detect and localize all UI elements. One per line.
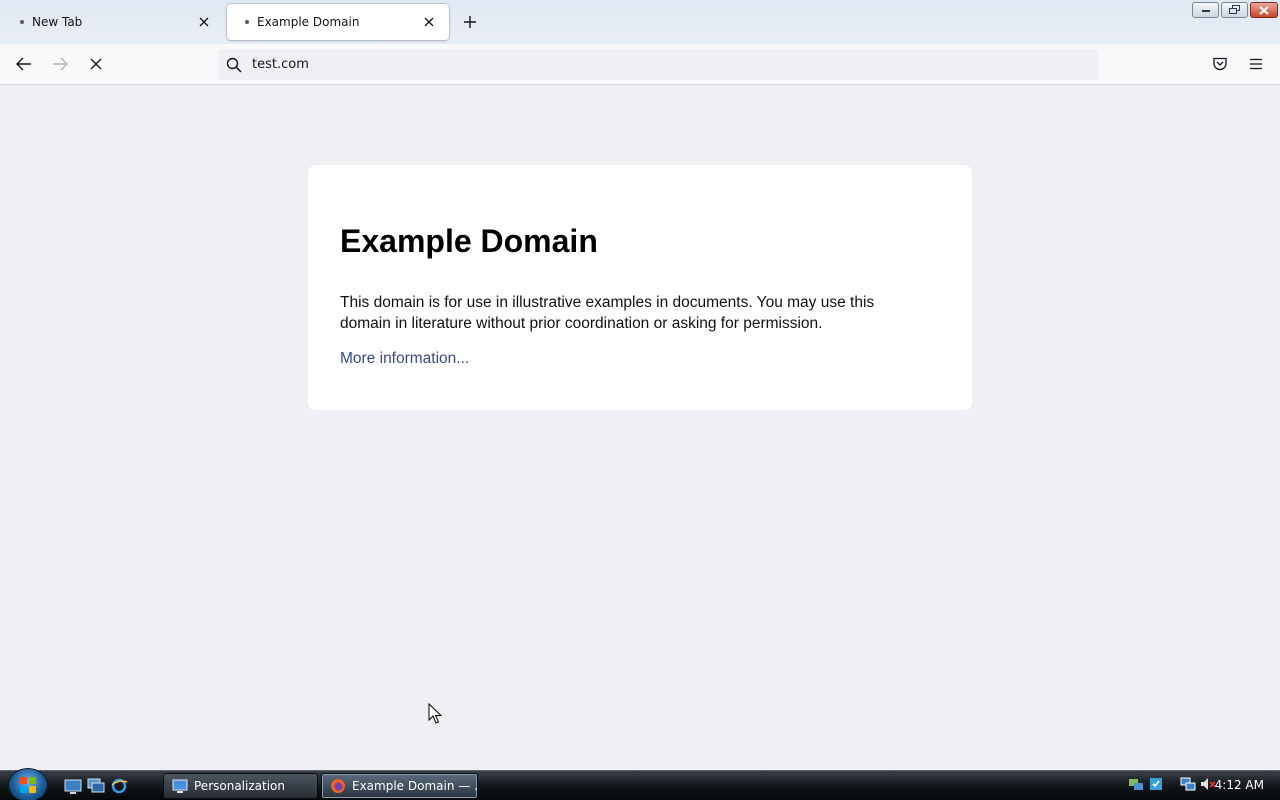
taskbar-button-label: Example Domain — ... <box>352 779 478 793</box>
taskbar-clock[interactable]: 4:12 AM <box>1215 778 1264 792</box>
forward-arrow-icon <box>53 57 68 71</box>
back-arrow-icon <box>16 57 31 71</box>
taskbar: Personalization Example Domain — ... 4:1… <box>0 768 1280 800</box>
show-desktop-icon[interactable] <box>64 777 82 795</box>
new-tab-button[interactable] <box>458 10 482 34</box>
mouse-cursor-icon <box>428 703 442 724</box>
window-controls <box>1192 2 1278 18</box>
minimize-button[interactable] <box>1192 2 1219 18</box>
system-tray <box>1128 776 1216 792</box>
back-button[interactable] <box>10 52 38 76</box>
hamburger-menu-icon <box>1250 58 1262 70</box>
volume-muted-icon[interactable] <box>1200 776 1216 792</box>
personalization-icon <box>172 779 188 793</box>
stop-button[interactable] <box>82 52 110 76</box>
pocket-button[interactable] <box>1206 52 1234 76</box>
tab-label: New Tab <box>32 15 83 29</box>
windows-update-icon[interactable] <box>1148 776 1164 792</box>
navigation-bar: test.com <box>0 44 1280 85</box>
search-icon <box>226 57 242 73</box>
tab-example-domain[interactable]: Example Domain <box>227 4 449 40</box>
network-icon[interactable] <box>1180 776 1196 792</box>
switch-windows-icon[interactable] <box>87 777 105 795</box>
more-information-link[interactable]: More information... <box>340 350 469 368</box>
forward-button[interactable] <box>46 52 74 76</box>
menu-button[interactable] <box>1242 52 1270 76</box>
internet-explorer-icon[interactable] <box>110 777 128 795</box>
tab-strip: New Tab Example Domain <box>0 0 1280 44</box>
restore-button[interactable] <box>1221 2 1248 18</box>
url-text: test.com <box>252 57 309 72</box>
tab-indicator-dot <box>20 20 24 24</box>
close-icon[interactable] <box>196 14 212 30</box>
tab-indicator-dot <box>245 20 249 24</box>
tab-new-tab[interactable]: New Tab <box>2 4 224 40</box>
network-sharing-icon[interactable] <box>1128 776 1144 792</box>
page-heading: Example Domain <box>340 223 598 259</box>
tab-label: Example Domain <box>257 15 360 29</box>
restore-icon <box>1228 5 1240 14</box>
close-icon[interactable] <box>421 14 437 30</box>
pocket-icon <box>1213 57 1227 71</box>
content-card: Example Domain This domain is for use in… <box>308 165 972 410</box>
page-paragraph: This domain is for use in illustrative e… <box>340 294 875 332</box>
minimize-icon <box>1201 10 1210 12</box>
start-button[interactable] <box>8 768 48 800</box>
stop-icon <box>90 58 102 70</box>
close-icon <box>1259 5 1269 15</box>
plus-icon <box>464 16 476 28</box>
url-bar[interactable]: test.com <box>218 49 1098 80</box>
close-window-button[interactable] <box>1250 2 1278 18</box>
taskbar-button-label: Personalization <box>194 779 285 793</box>
windows-logo-icon <box>20 777 36 793</box>
taskbar-button-personalization[interactable]: Personalization <box>163 773 318 799</box>
firefox-icon <box>331 779 345 793</box>
page-content: Example Domain This domain is for use in… <box>0 85 1280 770</box>
taskbar-button-firefox[interactable]: Example Domain — ... <box>321 773 478 799</box>
